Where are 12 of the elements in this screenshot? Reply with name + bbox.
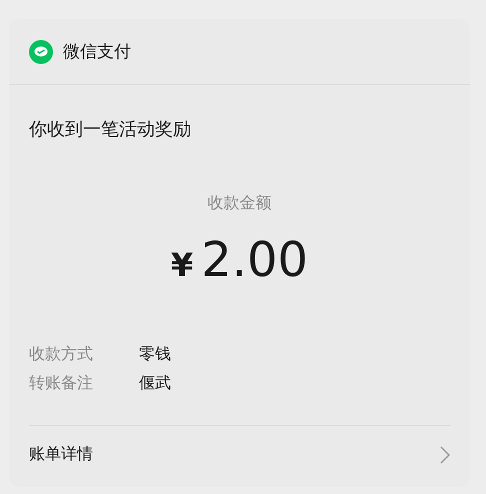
amount-value: 2.00 xyxy=(201,232,308,288)
header-title: 微信支付 xyxy=(63,41,131,63)
detail-value: 偃武 xyxy=(139,373,171,394)
wechat-pay-icon xyxy=(29,40,53,64)
chevron-right-icon xyxy=(440,446,450,464)
bill-details-link[interactable]: 账单详情 xyxy=(9,426,470,465)
detail-value: 零钱 xyxy=(139,344,171,365)
detail-label: 转账备注 xyxy=(29,373,94,394)
amount-label: 收款金额 xyxy=(206,193,272,214)
message-title: 你收到一笔活动奖励 xyxy=(28,118,192,141)
detail-label: 收款方式 xyxy=(29,344,94,365)
currency-symbol: ¥ xyxy=(170,246,194,284)
